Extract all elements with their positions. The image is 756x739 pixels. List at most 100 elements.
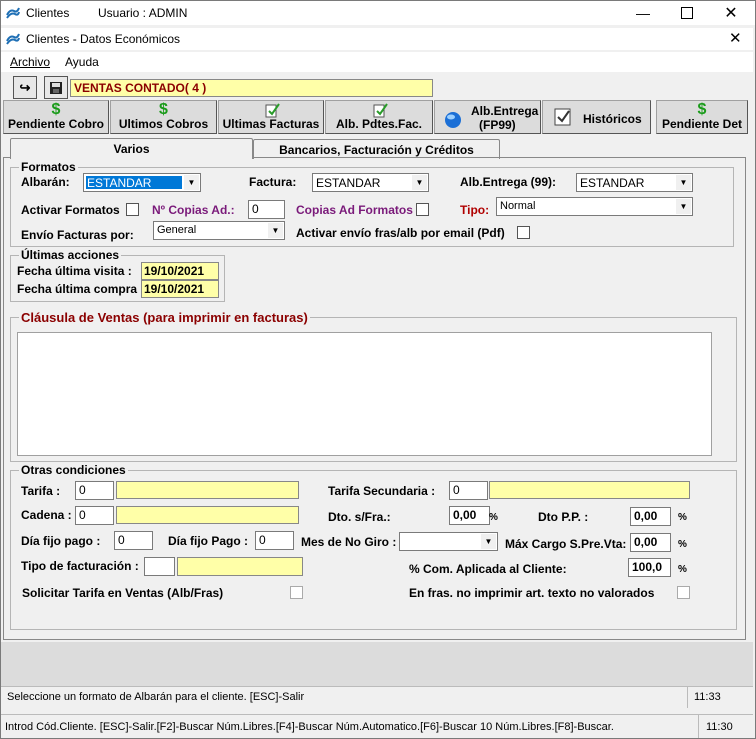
chevron-down-icon: ▼ xyxy=(481,534,496,549)
factura-select[interactable]: ESTANDAR ▼ xyxy=(312,173,429,192)
activar-formatos-checkbox[interactable] xyxy=(126,203,139,216)
historicos-button[interactable]: Históricos xyxy=(542,100,651,134)
copias-formatos-label: Copias Ad Formatos xyxy=(296,203,413,217)
tab-bancarios[interactable]: Bancarios, Facturación y Créditos xyxy=(253,139,500,159)
tarifa-secundaria-input[interactable]: 0 xyxy=(449,481,488,500)
tipo-label: Tipo: xyxy=(460,203,490,217)
pendiente-det-button[interactable]: $ Pendiente Det xyxy=(656,100,748,134)
visita-field: 19/10/2021 xyxy=(141,262,219,280)
tarifa-secundaria-label: Tarifa Secundaria : xyxy=(328,484,436,498)
chevron-down-icon: ▼ xyxy=(184,175,199,190)
delivery-note-icon xyxy=(373,103,388,118)
envio-facturas-select[interactable]: General ▼ xyxy=(153,221,285,240)
menu-archivo[interactable]: Archivo xyxy=(10,55,50,69)
chevron-down-icon: ▼ xyxy=(268,223,283,238)
tipo-facturacion-label: Tipo de facturación : xyxy=(21,559,139,573)
ultimos-cobros-button[interactable]: $ Ultimos Cobros xyxy=(110,100,217,134)
floppy-icon xyxy=(50,81,62,94)
alb-entrega-label: Alb.Entrega (99): xyxy=(460,175,557,189)
close-icon[interactable]: ✕ xyxy=(709,1,753,25)
form-status-time: 11:33 xyxy=(694,691,721,703)
form-title: Clientes - Datos Económicos xyxy=(26,32,181,46)
no-imprimir-checkbox[interactable] xyxy=(677,586,690,599)
menu-ayuda[interactable]: Ayuda xyxy=(65,55,99,69)
albaran-select[interactable]: ESTANDAR ▼ xyxy=(83,173,201,192)
app-status-time: 11:30 xyxy=(706,721,733,733)
max-cargo-input[interactable]: 0,00 xyxy=(630,533,671,552)
solicitar-tarifa-checkbox[interactable] xyxy=(290,586,303,599)
max-cargo-percent: % xyxy=(678,539,687,550)
mes-no-giro-select[interactable]: ▼ xyxy=(399,532,498,551)
tarifa-input[interactable]: 0 xyxy=(75,481,114,500)
copias-input[interactable]: 0 xyxy=(248,200,285,219)
alb-entrega-button[interactable]: Alb.Entrega (FP99) xyxy=(434,100,541,134)
com-aplicada-input[interactable]: 100,0 xyxy=(628,558,671,577)
pendiente-cobro-button[interactable]: $ Pendiente Cobro xyxy=(3,100,109,134)
form-background xyxy=(1,642,753,686)
new-record-button[interactable]: ↪ xyxy=(13,76,37,99)
maximize-icon[interactable] xyxy=(665,1,709,25)
invoice-icon xyxy=(265,103,280,118)
dto-pp-percent: % xyxy=(678,512,687,523)
copias-formatos-checkbox[interactable] xyxy=(416,203,429,216)
clausula-textarea[interactable] xyxy=(17,332,712,456)
dto-fra-percent: % xyxy=(489,512,498,523)
chevron-down-icon: ▼ xyxy=(412,175,427,190)
form-logo-icon xyxy=(6,33,20,45)
solicitar-tarifa-label: Solicitar Tarifa en Ventas (Alb/Fras) xyxy=(22,586,224,600)
alb-pdtes-fac-button[interactable]: Alb. Pdtes.Fac. xyxy=(325,100,433,134)
clausula-legend: Cláusula de Ventas (para imprimir en fac… xyxy=(19,310,310,325)
email-label: Activar envío fras/alb por email (Pdf) xyxy=(296,226,505,240)
factura-label: Factura: xyxy=(249,175,297,189)
blue-orb-icon xyxy=(445,112,461,128)
compra-label: Fecha última compra : xyxy=(17,282,145,296)
inner-titlebar: Clientes - Datos Económicos ✕ xyxy=(1,28,753,50)
customer-name-field[interactable]: VENTAS CONTADO( 4 ) xyxy=(70,79,433,97)
dia-fijo-pago2-input[interactable]: 0 xyxy=(255,531,294,550)
albaran-label: Albarán: xyxy=(21,175,70,189)
no-imprimir-label: En fras. no imprimir art. texto no valor… xyxy=(409,586,655,600)
com-aplicada-label: % Com. Aplicada al Cliente: xyxy=(409,562,567,576)
ultimas-facturas-button[interactable]: Ultimas Facturas xyxy=(218,100,324,134)
app-title: Clientes xyxy=(26,6,70,20)
otras-condiciones-legend: Otras condiciones xyxy=(19,463,128,477)
activar-formatos-label: Activar Formatos xyxy=(21,203,120,217)
com-aplicada-percent: % xyxy=(678,564,687,575)
dto-fra-label: Dto. s/Fra.: xyxy=(328,510,391,524)
tipo-facturacion-input[interactable] xyxy=(144,557,175,576)
dia-fijo-pago2-label: Día fijo Pago : xyxy=(168,534,249,548)
app-logo-icon xyxy=(6,7,20,19)
dia-fijo-pago-input[interactable]: 0 xyxy=(114,531,153,550)
user-label: Usuario : ADMIN xyxy=(98,6,188,20)
visita-label: Fecha última visita : xyxy=(17,264,132,278)
dia-fijo-pago-label: Día fijo pago : xyxy=(21,534,101,548)
enter-icon: ↪ xyxy=(19,79,31,95)
form-status-message: Seleccione un formato de Albarán para el… xyxy=(7,691,305,703)
dto-fra-input[interactable]: 0,00 xyxy=(449,506,490,525)
tipo-select[interactable]: Normal ▼ xyxy=(496,197,693,216)
tarifa-label: Tarifa : xyxy=(21,484,61,498)
compra-field: 19/10/2021 xyxy=(141,280,219,298)
app-statusbar: Introd Cód.Cliente. [ESC]-Salir.[F2]-Bus… xyxy=(1,714,753,738)
chevron-down-icon: ▼ xyxy=(676,175,691,190)
minimize-icon[interactable]: — xyxy=(621,1,665,25)
menubar: Archivo Ayuda xyxy=(1,52,753,72)
envio-facturas-label: Envío Facturas por: xyxy=(21,228,134,242)
cadena-description xyxy=(116,506,299,524)
cadena-label: Cadena : xyxy=(21,508,72,522)
tab-varios[interactable]: Varios xyxy=(10,138,253,159)
chevron-down-icon: ▼ xyxy=(676,199,691,214)
app-titlebar: Clientes Usuario : ADMIN — ✕ xyxy=(1,1,755,25)
save-button[interactable] xyxy=(44,76,68,99)
dto-pp-label: Dto P.P. : xyxy=(538,510,589,524)
dto-pp-input[interactable]: 0,00 xyxy=(630,507,671,526)
copias-label: Nº Copias Ad.: xyxy=(152,203,235,217)
history-icon xyxy=(554,108,571,126)
cadena-input[interactable]: 0 xyxy=(75,506,114,525)
tarifa-description xyxy=(116,481,299,499)
alb-entrega-select[interactable]: ESTANDAR ▼ xyxy=(576,173,693,192)
max-cargo-label: Máx Cargo S.Pre.Vta: xyxy=(505,537,627,551)
email-checkbox[interactable] xyxy=(517,226,530,239)
form-close-icon[interactable]: ✕ xyxy=(729,29,742,47)
form-statusbar: Seleccione un formato de Albarán para el… xyxy=(1,686,753,708)
